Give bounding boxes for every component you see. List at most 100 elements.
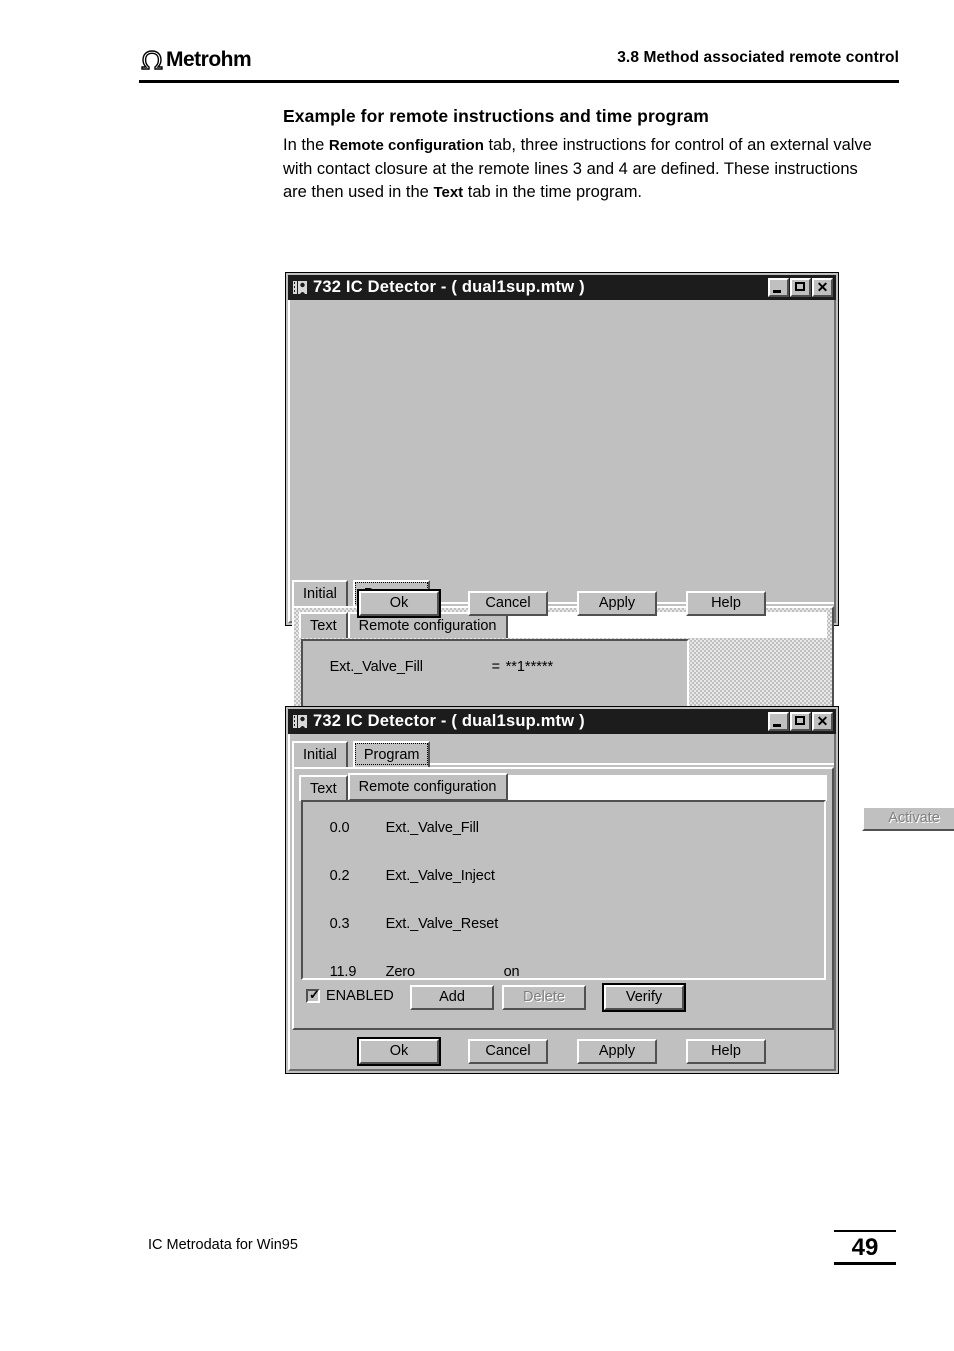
ok-button-label: Ok	[389, 1043, 409, 1060]
dialog1-window-controls: ✕	[768, 278, 833, 297]
tab-initial-label: Initial	[303, 747, 337, 763]
minimize-icon	[773, 724, 781, 727]
time-value: 0.2	[329, 868, 350, 884]
close-icon: ✕	[816, 713, 829, 729]
list-item[interactable]: 11.9 Zero on	[306, 948, 824, 980]
checkmark-icon: ✓	[309, 987, 320, 1002]
dialog2-subtab-filler	[507, 775, 827, 801]
page-number: 49	[851, 1234, 879, 1261]
maximize-button[interactable]	[790, 712, 811, 731]
instruction-name: Ext._Valve_Fill	[329, 659, 423, 675]
maximize-icon	[795, 716, 805, 725]
dialog1-title: 732 IC Detector - ( dual1sup.mtw )	[313, 278, 585, 296]
delete-button[interactable]: Delete	[502, 985, 586, 1010]
page-number-rule-bottom	[834, 1262, 896, 1265]
section-header: 3.8 Method associated remote control	[617, 49, 899, 66]
help-button[interactable]: Help	[686, 591, 766, 616]
help-button-label: Help	[711, 595, 741, 612]
time-value: 0.3	[329, 916, 350, 932]
dialog2-main-tabs: Initial Program	[292, 741, 834, 767]
cancel-button[interactable]: Cancel	[468, 591, 548, 616]
header-divider	[139, 80, 899, 83]
dialog2-titlebar[interactable]: 732 IC Detector - ( dual1sup.mtw ) ✕	[288, 709, 836, 734]
page-number-rule-top	[834, 1230, 896, 1232]
paragraph-part-3: tab in the time program.	[463, 183, 643, 201]
sub-tab-text-label: Text	[310, 781, 337, 797]
apply-button-label: Apply	[598, 1043, 636, 1060]
application-icon	[292, 279, 310, 296]
paragraph-bold-remote-configuration: Remote configuration	[328, 137, 484, 154]
ok-button[interactable]: Ok	[359, 1039, 439, 1064]
sub-tab-remote-configuration-label: Remote configuration	[358, 779, 497, 795]
verify-button[interactable]: Verify	[604, 985, 684, 1010]
page-title: Example for remote instructions and time…	[283, 106, 709, 126]
verify-button-label: Verify	[625, 989, 663, 1006]
dialog2-sub-tabs: Text Remote configuration	[299, 773, 827, 801]
apply-button[interactable]: Apply	[577, 1039, 657, 1064]
apply-button[interactable]: Apply	[577, 591, 657, 616]
close-icon: ✕	[816, 279, 829, 295]
minimize-icon	[773, 290, 781, 293]
instruction-equals: =	[491, 659, 500, 675]
apply-button-label: Apply	[598, 595, 636, 612]
command-name: Ext._Valve_Reset	[385, 916, 499, 932]
list-item[interactable]: 0.2 Ext._Valve_Inject	[306, 852, 824, 900]
minimize-button[interactable]	[768, 712, 789, 731]
command-name: Ext._Valve_Fill	[385, 820, 479, 836]
dialog2-time-program-list[interactable]: 0.0 Ext._Valve_Fill 0.2 Ext._Valve_Inject …	[301, 800, 826, 980]
add-button-label: Add	[439, 989, 465, 1006]
time-value: 11.9	[329, 964, 357, 980]
list-item[interactable]: 0.0 Ext._Valve_Fill	[306, 804, 824, 852]
list-item[interactable]: 0.3 Ext._Valve_Reset	[306, 900, 824, 948]
add-button[interactable]: Add	[410, 985, 494, 1010]
metrohm-omega-logo-icon	[141, 50, 163, 70]
application-icon	[292, 713, 310, 730]
tab-program[interactable]: Program	[352, 741, 431, 767]
ok-button-label: Ok	[389, 595, 409, 612]
help-button-label: Help	[711, 1043, 741, 1060]
minimize-button[interactable]	[768, 278, 789, 297]
delete-button-label: Delete	[523, 989, 565, 1006]
tab-initial[interactable]: Initial	[292, 741, 348, 767]
paragraph-part-1: In the	[283, 136, 329, 154]
cancel-button-label: Cancel	[485, 1043, 531, 1060]
enabled-checkbox[interactable]: ✓ ENABLED	[306, 988, 394, 1004]
dialog2-window-controls: ✕	[768, 712, 833, 731]
cancel-button[interactable]: Cancel	[468, 1039, 548, 1064]
instruction-pattern: **1*****	[505, 659, 554, 675]
page-header: Metrohm 3.8 Method associated remote con…	[139, 45, 899, 85]
command-name: Ext._Valve_Inject	[385, 868, 495, 884]
footer-caption: IC Metrodata for Win95	[148, 1237, 298, 1253]
ok-button[interactable]: Ok	[359, 591, 439, 616]
activate-button-label: Activate	[888, 810, 940, 827]
dialog1-frame	[288, 275, 836, 623]
tab-program-label: Program	[363, 747, 420, 763]
enabled-checkbox-label: ENABLED	[326, 988, 394, 1004]
activate-button[interactable]: Activate	[862, 806, 954, 831]
dialog1-subtab-filler	[507, 612, 827, 638]
tab-initial[interactable]: Initial	[292, 580, 348, 606]
sub-tab-text[interactable]: Text	[299, 612, 348, 638]
tab-initial-label: Initial	[303, 586, 337, 602]
close-button[interactable]: ✕	[812, 712, 833, 731]
dialog1-titlebar[interactable]: 732 IC Detector - ( dual1sup.mtw ) ✕	[288, 275, 836, 300]
time-value: 0.0	[329, 820, 350, 836]
command-value: on	[503, 964, 520, 980]
help-button[interactable]: Help	[686, 1039, 766, 1064]
cancel-button-label: Cancel	[485, 595, 531, 612]
sub-tab-remote-configuration[interactable]: Remote configuration	[347, 773, 508, 801]
intro-paragraph: In the Remote configuration tab, three i…	[283, 134, 873, 205]
checkbox-box[interactable]: ✓	[306, 987, 320, 1003]
command-name: Zero	[385, 964, 416, 980]
maximize-button[interactable]	[790, 278, 811, 297]
sub-tab-remote-configuration-label: Remote configuration	[358, 618, 497, 634]
sub-tab-text[interactable]: Text	[299, 775, 348, 801]
sub-tab-text-label: Text	[310, 618, 337, 634]
brand: Metrohm	[139, 45, 252, 75]
close-button[interactable]: ✕	[812, 278, 833, 297]
list-item[interactable]: Ext._Valve_Fill = **1*****	[306, 643, 687, 691]
page-number-block: 49	[834, 1230, 896, 1265]
dialog-remote-configuration: 732 IC Detector - ( dual1sup.mtw ) ✕ Ini…	[285, 272, 954, 855]
brand-name: Metrohm	[166, 48, 252, 71]
paragraph-bold-text: Text	[433, 184, 464, 201]
